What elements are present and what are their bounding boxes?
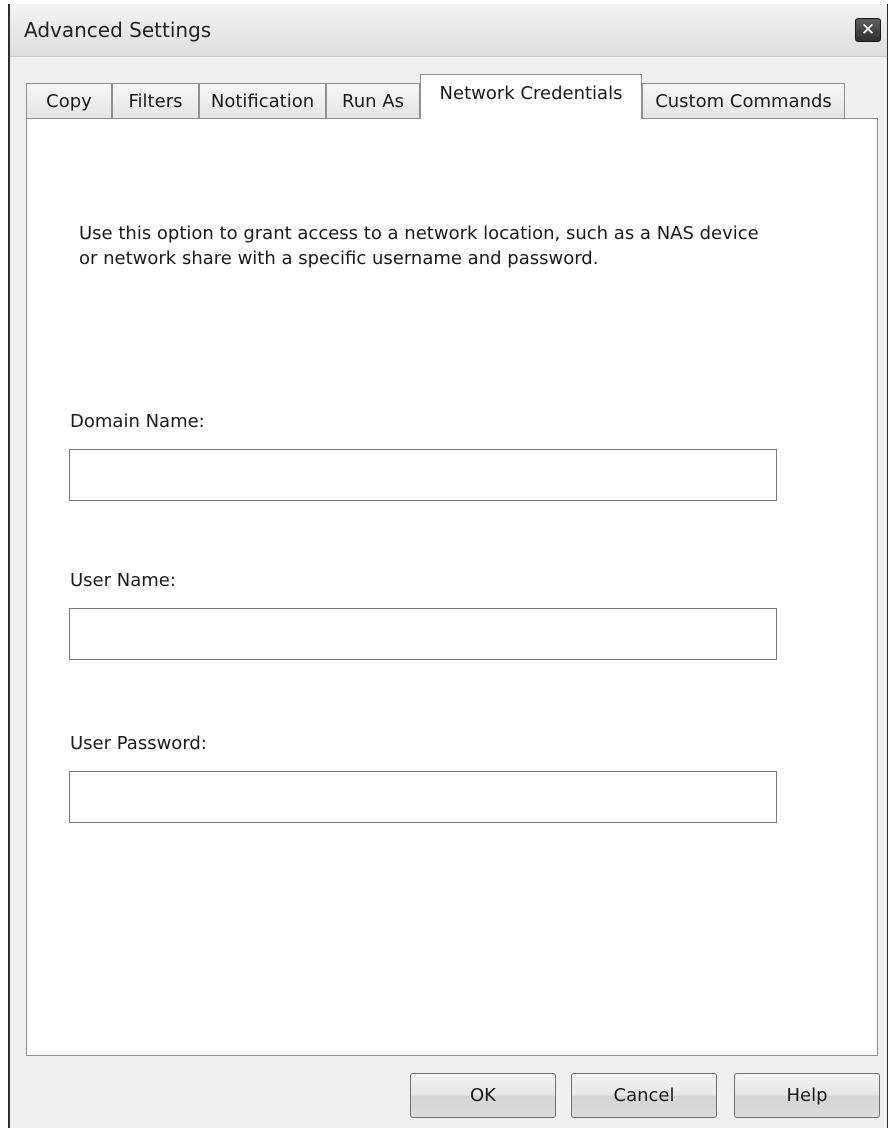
window-title: Advanced Settings: [24, 18, 212, 42]
description-text: Use this option to grant access to a net…: [79, 223, 759, 269]
title-bar: Advanced Settings ✕: [10, 4, 887, 57]
close-icon: ✕: [860, 20, 876, 40]
user-name-input[interactable]: [69, 608, 777, 660]
user-name-label: User Name:: [70, 570, 176, 591]
ok-button[interactable]: OK: [410, 1073, 556, 1118]
user-password-input[interactable]: [69, 771, 777, 823]
advanced-settings-dialog: Advanced Settings ✕ Copy Filters Notific…: [8, 4, 888, 1128]
tab-copy[interactable]: Copy: [26, 83, 112, 118]
cancel-button[interactable]: Cancel: [571, 1073, 717, 1118]
network-credentials-panel: Use this option to grant access to a net…: [26, 118, 878, 1056]
domain-name-input[interactable]: [69, 449, 777, 501]
tab-custom-commands[interactable]: Custom Commands: [642, 83, 845, 118]
tab-network-credentials[interactable]: Network Credentials: [420, 74, 642, 119]
user-password-label: User Password:: [70, 733, 207, 754]
domain-name-label: Domain Name:: [70, 411, 205, 432]
tab-filters[interactable]: Filters: [112, 83, 199, 118]
close-button[interactable]: ✕: [855, 18, 881, 42]
help-button[interactable]: Help: [734, 1073, 880, 1118]
tab-run-as[interactable]: Run As: [326, 83, 420, 118]
tab-notification[interactable]: Notification: [199, 83, 326, 118]
